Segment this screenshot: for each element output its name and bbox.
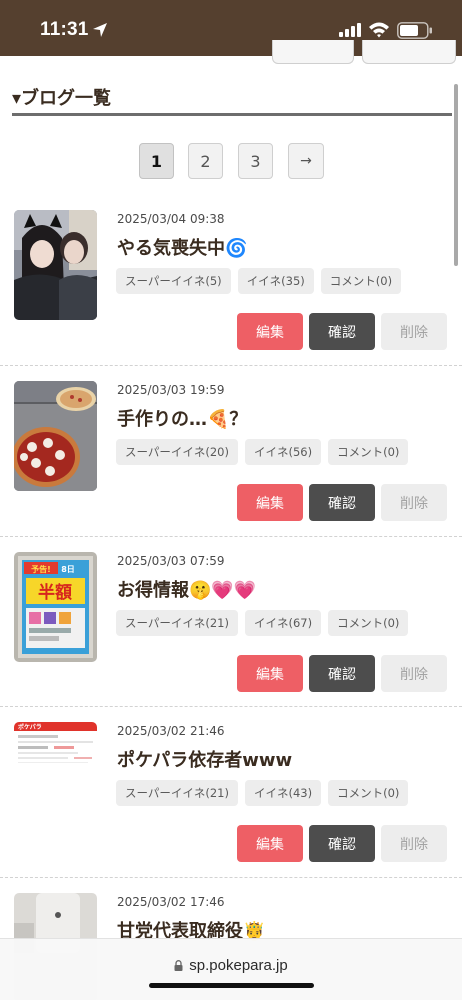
like-count-badge: イイネ(67) (245, 610, 322, 636)
post-date: 2025/03/04 09:38 (117, 212, 225, 226)
like-count-badge: イイネ(43) (245, 780, 322, 806)
wifi-icon (369, 22, 389, 38)
super-like-count-badge: スーパーイイネ(21) (116, 610, 238, 636)
super-like-count-badge: スーパーイイネ(5) (116, 268, 231, 294)
edit-button[interactable]: 編集 (237, 825, 303, 862)
post-date: 2025/03/03 07:59 (117, 554, 225, 568)
next-page-button[interactable]: → (288, 143, 324, 179)
delete-button[interactable]: 削除 (381, 484, 447, 521)
page-3-button[interactable]: 3 (238, 143, 273, 179)
post-date: 2025/03/02 17:46 (117, 895, 225, 909)
location-arrow-icon (93, 23, 107, 37)
top-button-left[interactable] (272, 40, 354, 64)
post-thumbnail[interactable]: 予告! 8日 半額 (14, 552, 97, 662)
edit-button[interactable]: 編集 (237, 655, 303, 692)
post-divider (0, 536, 462, 537)
comment-count-badge: コメント(0) (328, 439, 409, 465)
home-indicator[interactable] (149, 983, 314, 988)
view-button[interactable]: 確認 (309, 825, 375, 862)
comment-count-badge: コメント(0) (320, 268, 402, 294)
super-like-count-badge: スーパーイイネ(21) (116, 780, 238, 806)
post-thumbnail[interactable]: ポケパラ (14, 722, 97, 832)
poster-date-text: 8日 (61, 565, 75, 574)
like-count-badge: イイネ(56) (245, 439, 322, 465)
scrollbar[interactable] (454, 84, 458, 266)
post-title[interactable]: ポケパラ依存者www (117, 746, 292, 772)
comment-count-badge: コメント(0) (328, 780, 409, 806)
post-title[interactable]: やる気喪失中🌀 (117, 234, 247, 260)
comment-count-badge: コメント(0) (328, 610, 409, 636)
post-thumbnail[interactable] (14, 210, 97, 320)
delete-button[interactable]: 削除 (381, 655, 447, 692)
post-divider (0, 706, 462, 707)
delete-button[interactable]: 削除 (381, 313, 447, 350)
top-button-right[interactable] (362, 40, 456, 64)
section-title: ▾ブログ一覧 (12, 88, 112, 109)
lock-icon (174, 960, 183, 971)
post-date: 2025/03/02 21:46 (117, 724, 225, 738)
post-title[interactable]: 手作りの…🍕？ (117, 405, 247, 431)
battery-icon (397, 22, 432, 39)
url-text[interactable]: sp.pokepara.jp (189, 957, 287, 974)
view-button[interactable]: 確認 (309, 313, 375, 350)
poster-main-text: 半額 (38, 582, 72, 603)
super-like-count-badge: スーパーイイネ(20) (116, 439, 238, 465)
edit-button[interactable]: 編集 (237, 313, 303, 350)
cellular-signal-icon (339, 23, 361, 37)
post-thumbnail[interactable] (14, 381, 97, 491)
section-divider (12, 113, 452, 116)
like-count-badge: イイネ(35) (237, 268, 314, 294)
delete-button[interactable]: 削除 (381, 825, 447, 862)
page-1-button[interactable]: 1 (139, 143, 174, 179)
poster-top-text: 予告! (31, 564, 51, 574)
view-button[interactable]: 確認 (309, 655, 375, 692)
post-divider (0, 365, 462, 366)
status-time: 11:31 (40, 19, 89, 40)
edit-button[interactable]: 編集 (237, 484, 303, 521)
post-divider (0, 877, 462, 878)
page-2-button[interactable]: 2 (188, 143, 223, 179)
post-title[interactable]: お得情報🤫💗💗 (117, 576, 256, 602)
browser-url-bar[interactable]: sp.pokepara.jp (0, 938, 462, 1000)
site-logo-text: ポケパラ (18, 723, 42, 731)
post-date: 2025/03/03 19:59 (117, 383, 225, 397)
view-button[interactable]: 確認 (309, 484, 375, 521)
